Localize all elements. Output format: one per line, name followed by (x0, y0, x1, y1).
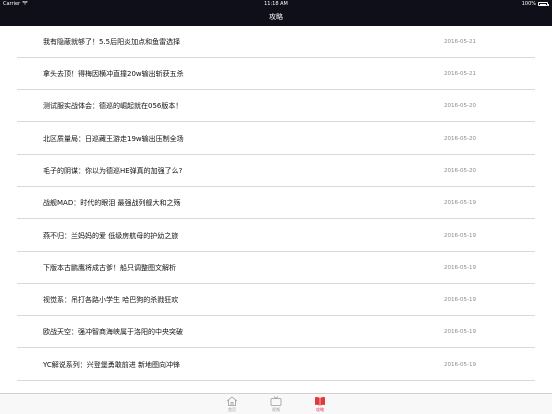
article-date: 2016-05-19 (444, 362, 476, 368)
tab-video-label: 视频 (272, 407, 280, 412)
list-item[interactable]: 拿头去顶！得梅因横冲直撞20w输出斩获五杀 2016-05-21 (17, 58, 535, 90)
navigation-bar: 攻略 (0, 8, 552, 26)
list-item[interactable]: 下版本古鹏鹰将成古爹！船只调整图文解析 2016-05-19 (17, 252, 535, 284)
article-date: 2016-05-19 (444, 233, 476, 239)
article-date: 2016-05-19 (444, 329, 476, 335)
list-item[interactable]: 战舰MAD：时代的眼泪 最强战列舰大和之殇 2016-05-19 (17, 187, 535, 219)
article-date: 2016-05-20 (444, 168, 476, 174)
list-item[interactable]: 测试服实战体会：德巡的崛起就在056版本！ 2016-05-20 (17, 90, 535, 122)
article-title: 测试服实战体会：德巡的崛起就在056版本！ (43, 102, 183, 110)
article-title: 燕不归：兰妈妈的爱 低级房航母的护幼之旅 (43, 232, 179, 240)
article-title: 毛子的阴谋：你以为德巡HE弹真的加强了么? (43, 167, 183, 175)
page-title: 攻略 (269, 13, 283, 21)
tv-icon (270, 396, 282, 406)
tab-bar: 首页 视频 攻略 (0, 393, 552, 414)
article-title: 我有隐蔽就够了！5.5后阳炎加点和鱼雷选择 (43, 38, 181, 46)
book-icon (315, 397, 325, 406)
battery-percent: 100% (521, 1, 536, 7)
article-date: 2016-05-21 (444, 39, 476, 45)
article-title: 下版本古鹏鹰将成古爹！船只调整图文解析 (43, 264, 176, 272)
tab-home-label: 首页 (228, 407, 236, 412)
article-title: 欧战天空：强冲智商海峡属于洛阳的中央突破 (43, 328, 183, 336)
article-date: 2016-05-19 (444, 265, 476, 271)
home-icon (226, 396, 238, 406)
status-bar: Carrier 11:18 AM 100% (0, 0, 552, 8)
list-item[interactable]: 北区质量局：日巡藏王游走19w输出压制全场 2016-05-20 (17, 123, 535, 155)
list-item[interactable]: 欧战天空：强冲智商海峡属于洛阳的中央突破 2016-05-19 (17, 316, 535, 348)
tab-guides[interactable]: 攻略 (308, 395, 332, 414)
list-item[interactable]: YC解说系列：兴登堡勇敢前进 新地图向冲锋 2016-05-19 (17, 349, 535, 381)
list-item[interactable]: 我有隐蔽就够了！5.5后阳炎加点和鱼雷选择 2016-05-21 (17, 26, 535, 58)
article-date: 2016-05-19 (444, 200, 476, 206)
battery-icon (538, 2, 549, 6)
article-date: 2016-05-21 (444, 71, 476, 77)
list-item[interactable]: 燕不归：兰妈妈的爱 低级房航母的护幼之旅 2016-05-19 (17, 220, 535, 252)
article-title: 战舰MAD：时代的眼泪 最强战列舰大和之殇 (43, 199, 181, 207)
article-title: 视觉系：吊打各路小学生 哈巴狗的杀戮狂欢 (43, 296, 179, 304)
article-list[interactable]: 我有隐蔽就够了！5.5后阳炎加点和鱼雷选择 2016-05-21 拿头去顶！得梅… (0, 26, 552, 393)
tab-home[interactable]: 首页 (220, 395, 244, 414)
article-title: YC解说系列：兴登堡勇敢前进 新地图向冲锋 (43, 361, 181, 369)
tab-guides-label: 攻略 (316, 407, 324, 412)
battery-indicator: 100% (521, 0, 549, 8)
article-date: 2016-05-20 (444, 103, 476, 109)
clock: 11:18 AM (264, 1, 288, 7)
article-title: 拿头去顶！得梅因横冲直撞20w输出斩获五杀 (43, 70, 184, 78)
article-date: 2016-05-20 (444, 136, 476, 142)
list-item[interactable]: 视觉系：吊打各路小学生 哈巴狗的杀戮狂欢 2016-05-19 (17, 284, 535, 316)
article-date: 2016-05-19 (444, 297, 476, 303)
list-item[interactable]: 毛子的阴谋：你以为德巡HE弹真的加强了么? 2016-05-20 (17, 155, 535, 187)
tab-video[interactable]: 视频 (264, 395, 288, 414)
article-title: 北区质量局：日巡藏王游走19w输出压制全场 (43, 135, 184, 143)
